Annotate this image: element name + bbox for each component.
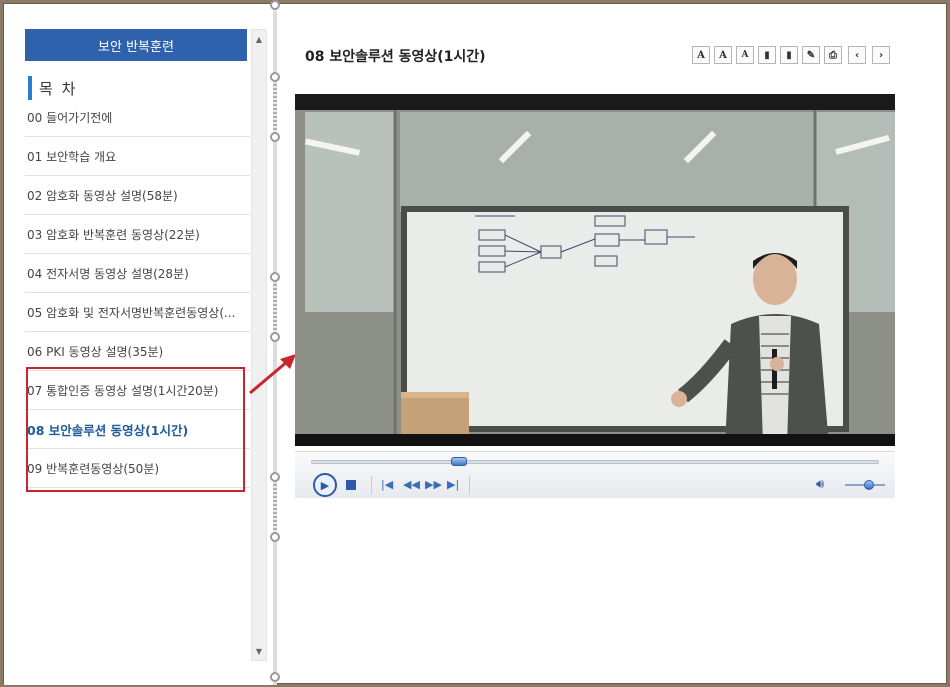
memo-icon[interactable]: ✎ bbox=[802, 46, 820, 64]
volume-icon[interactable]: 🔊︎ bbox=[816, 477, 824, 492]
prev-page-icon[interactable]: ‹ bbox=[848, 46, 866, 64]
control-divider bbox=[469, 476, 470, 494]
binding-ring-icon bbox=[270, 672, 280, 682]
binding-ring-icon bbox=[270, 272, 280, 282]
book-title: 보안 반복훈련 bbox=[25, 29, 247, 61]
toc-heading: 목 차 bbox=[28, 76, 77, 100]
toc-item-05[interactable]: 05 암호화 및 전자서명반복훈련동영상(... bbox=[25, 293, 250, 332]
seek-bar[interactable] bbox=[311, 460, 879, 464]
control-divider bbox=[371, 476, 372, 494]
toc-item-00[interactable]: 00 들어가기전에 bbox=[25, 98, 250, 137]
binding-chain bbox=[273, 84, 277, 132]
toc-item-01[interactable]: 01 보안학습 개요 bbox=[25, 137, 250, 176]
toc-item-02[interactable]: 02 암호화 동영상 설명(58분) bbox=[25, 176, 250, 215]
toc-item-03[interactable]: 03 암호화 반복훈련 동영상(22분) bbox=[25, 215, 250, 254]
binding-ring-icon bbox=[270, 132, 280, 142]
binding-chain bbox=[273, 284, 277, 332]
toc-panel: 보안 반복훈련 목 차 00 들어가기전에 01 보안학습 개요 02 암호화 … bbox=[4, 4, 274, 685]
scroll-down-icon[interactable]: ▼ bbox=[252, 644, 266, 658]
fast-forward-icon[interactable]: ▶▶ bbox=[425, 478, 442, 491]
binding-ring-icon bbox=[270, 472, 280, 482]
play-icon[interactable]: ▶ bbox=[313, 473, 337, 497]
seek-handle[interactable] bbox=[450, 457, 467, 466]
annotation-highlight-box bbox=[26, 367, 245, 492]
skip-back-icon[interactable]: |◀ bbox=[381, 478, 393, 491]
video-frame[interactable] bbox=[295, 94, 895, 446]
page-toolbar: A A A ▮ ▮ ✎ ⎙ ‹ › bbox=[692, 46, 890, 64]
volume-handle[interactable] bbox=[864, 480, 874, 490]
bookmark-list-icon[interactable]: ▮ bbox=[780, 46, 798, 64]
toc-item-04[interactable]: 04 전자서명 동영상 설명(28분) bbox=[25, 254, 250, 293]
toc-scrollbar[interactable]: ▲ ▼ bbox=[251, 29, 267, 661]
skip-forward-icon[interactable]: ▶| bbox=[447, 478, 459, 491]
font-size-icon[interactable]: A bbox=[692, 46, 710, 64]
window-frame: 보안 반복훈련 목 차 00 들어가기전에 01 보안학습 개요 02 암호화 … bbox=[3, 0, 947, 685]
toc-item-06[interactable]: 06 PKI 동영상 설명(35분) bbox=[25, 332, 250, 371]
scroll-up-icon[interactable]: ▲ bbox=[252, 32, 266, 46]
binding-ring-icon bbox=[270, 0, 280, 10]
video-controls: ▶ |◀ ◀◀ ▶▶ ▶| 🔊︎ bbox=[295, 451, 895, 498]
binding-ring-icon bbox=[270, 532, 280, 542]
font-smaller-icon[interactable]: A bbox=[736, 46, 754, 64]
rewind-icon[interactable]: ◀◀ bbox=[403, 478, 420, 491]
binding-ring-icon bbox=[270, 72, 280, 82]
binding-ring-icon bbox=[270, 332, 280, 342]
font-larger-icon[interactable]: A bbox=[714, 46, 732, 64]
stop-icon[interactable] bbox=[346, 480, 356, 490]
lesson-title: 08 보안솔루션 동영상(1시간) bbox=[305, 49, 486, 65]
print-icon[interactable]: ⎙ bbox=[824, 46, 842, 64]
next-page-icon[interactable]: › bbox=[872, 46, 890, 64]
lecture-video-image bbox=[295, 94, 895, 446]
binding-chain bbox=[273, 484, 277, 532]
bookmark-icon[interactable]: ▮ bbox=[758, 46, 776, 64]
